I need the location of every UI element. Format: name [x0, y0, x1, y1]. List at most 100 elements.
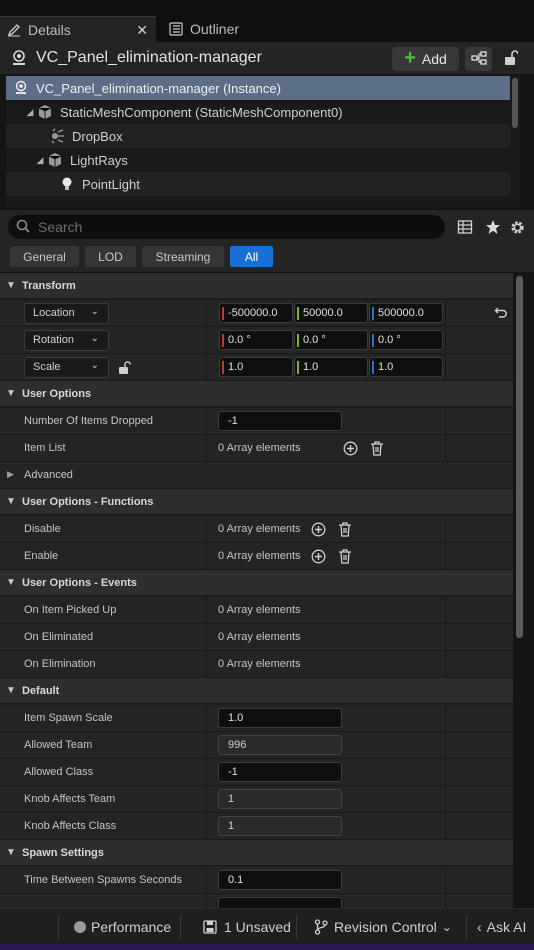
rotation-y-input[interactable]: 0.0 ° — [294, 330, 368, 350]
search-row: Search — [0, 210, 534, 244]
rotation-z-value: 0.0 ° — [378, 334, 401, 346]
knob-affects-team-input[interactable]: 1 — [218, 789, 342, 809]
array-count: 0 Array elements — [218, 550, 301, 562]
dropdown-label: Location — [33, 307, 75, 319]
filter-general-button[interactable]: General — [10, 246, 79, 267]
performance-button[interactable]: Performance — [74, 918, 171, 936]
filter-all-button[interactable]: All — [230, 246, 273, 267]
taskbar-strip — [0, 944, 534, 950]
star-icon[interactable] — [485, 219, 503, 237]
x-axis-marker — [222, 334, 224, 347]
category-user-options[interactable]: ▼ User Options — [0, 381, 513, 407]
unsaved-button[interactable]: 1 Unsaved — [203, 918, 291, 936]
add-element-icon[interactable] — [310, 548, 327, 565]
allowed-class-input[interactable]: -1 — [218, 762, 342, 782]
property-label: Knob Affects Team — [24, 793, 116, 805]
scale-y-input[interactable]: 1.0 — [294, 357, 368, 377]
allowed-team-input[interactable]: 996 — [218, 735, 342, 755]
property-rotation: Rotation ⌄ 0.0 ° 0.0 ° 0.0 ° — [0, 327, 513, 354]
trash-icon[interactable] — [336, 521, 353, 538]
advanced-label: Advanced — [24, 469, 73, 481]
expand-arrow-icon[interactable]: ◢ — [34, 155, 46, 166]
tree-item-pointlight[interactable]: PointLight — [6, 172, 510, 196]
revision-control-button[interactable]: Revision Control ⌄ — [314, 918, 452, 936]
rotation-y-value: 0.0 ° — [303, 334, 326, 346]
unsaved-label: 1 Unsaved — [224, 919, 291, 935]
status-divider — [466, 915, 467, 939]
column-divider — [445, 597, 446, 624]
item-spawn-scale-input[interactable]: 1.0 — [218, 708, 342, 728]
location-y-input[interactable]: 50000.0 — [294, 303, 368, 323]
scale-lock-icon[interactable] — [116, 359, 133, 376]
trash-icon[interactable] — [368, 440, 385, 457]
z-axis-marker — [372, 307, 374, 320]
tree-item-staticmesh[interactable]: ◢ StaticMeshComponent (StaticMeshCompone… — [6, 100, 510, 124]
knob-affects-class-input[interactable]: 1 — [218, 816, 342, 836]
property-allowed-class: Allowed Class -1 — [0, 759, 513, 786]
column-divider — [445, 435, 446, 462]
category-title: User Options — [22, 387, 92, 400]
location-x-input[interactable]: -500000.0 — [219, 303, 293, 323]
add-element-icon[interactable] — [342, 440, 359, 457]
y-axis-marker — [297, 361, 299, 374]
tab-outliner[interactable]: Outliner — [162, 16, 282, 42]
category-transform[interactable]: ▼ Transform — [0, 273, 513, 299]
property-scale: Scale ⌄ 1.0 1.0 1.0 — [0, 354, 513, 381]
tab-details[interactable]: Details ✕ — [0, 16, 156, 42]
time-between-spawns-input[interactable]: 0.1 — [218, 870, 342, 890]
details-property-panel: ▼ Transform Location ⌄ -500000.0 50000.0… — [0, 273, 513, 908]
table-view-icon[interactable] — [457, 219, 475, 237]
filter-streaming-button[interactable]: Streaming — [142, 246, 224, 267]
gear-icon[interactable] — [509, 219, 527, 237]
ask-ai-button[interactable]: ‹ Ask AI — [477, 918, 526, 936]
column-divider — [445, 624, 446, 651]
property-on-elimination: On Elimination 0 Array elements — [0, 651, 513, 678]
location-mode-dropdown[interactable]: Location ⌄ — [24, 303, 109, 324]
plus-icon: + — [404, 47, 416, 69]
rotation-z-input[interactable]: 0.0 ° — [369, 330, 443, 350]
expand-arrow-icon: ▶ — [7, 469, 14, 479]
collapse-arrow-icon: ▼ — [6, 388, 16, 399]
tree-item-dropbox[interactable]: DropBox — [6, 124, 510, 148]
property-location: Location ⌄ -500000.0 50000.0 500000.0 — [0, 300, 513, 327]
partial-input[interactable] — [218, 897, 342, 908]
property-knob-affects-team: Knob Affects Team 1 — [0, 786, 513, 813]
lock-toggle[interactable] — [500, 48, 522, 70]
tree-item-instance[interactable]: VC_Panel_elimination-manager (Instance) — [6, 76, 510, 100]
search-input[interactable]: Search — [8, 215, 445, 239]
reset-to-default-icon[interactable] — [494, 305, 510, 321]
tree-scrollbar[interactable] — [512, 78, 518, 128]
add-element-icon[interactable] — [310, 521, 327, 538]
category-user-options-events[interactable]: ▼ User Options - Events — [0, 570, 513, 596]
column-divider — [445, 732, 446, 759]
blueprint-button[interactable] — [465, 47, 492, 71]
trash-icon[interactable] — [336, 548, 353, 565]
rotation-x-input[interactable]: 0.0 ° — [219, 330, 293, 350]
filter-lod-button[interactable]: LOD — [85, 246, 136, 267]
advanced-expander[interactable]: ▶ Advanced — [0, 462, 513, 489]
property-enable: Enable 0 Array elements — [0, 543, 513, 570]
rotation-mode-dropdown[interactable]: Rotation ⌄ — [24, 330, 109, 351]
category-spawn-settings[interactable]: ▼ Spawn Settings — [0, 840, 513, 866]
close-icon[interactable]: ✕ — [136, 22, 148, 39]
property-label: Item Spawn Scale — [24, 712, 113, 724]
category-default[interactable]: ▼ Default — [0, 678, 513, 704]
tree-item-lightrays[interactable]: ◢ LightRays — [6, 148, 510, 172]
tab-details-label: Details — [28, 21, 71, 38]
column-divider — [445, 786, 446, 813]
property-on-eliminated: On Eliminated 0 Array elements — [0, 624, 513, 651]
category-user-options-functions[interactable]: ▼ User Options - Functions — [0, 489, 513, 515]
array-count: 0 Array elements — [218, 631, 301, 643]
items-dropped-input[interactable]: -1 — [218, 411, 342, 431]
column-divider — [206, 327, 207, 354]
scale-x-value: 1.0 — [228, 361, 244, 373]
expand-arrow-icon[interactable]: ◢ — [24, 107, 36, 118]
add-component-button[interactable]: + Add — [392, 47, 459, 71]
scale-x-input[interactable]: 1.0 — [219, 357, 293, 377]
location-z-input[interactable]: 500000.0 — [369, 303, 443, 323]
scale-z-input[interactable]: 1.0 — [369, 357, 443, 377]
property-disable: Disable 0 Array elements — [0, 516, 513, 543]
details-scrollbar[interactable] — [516, 276, 523, 638]
scale-mode-dropdown[interactable]: Scale ⌄ — [24, 357, 109, 378]
column-divider — [445, 327, 446, 354]
